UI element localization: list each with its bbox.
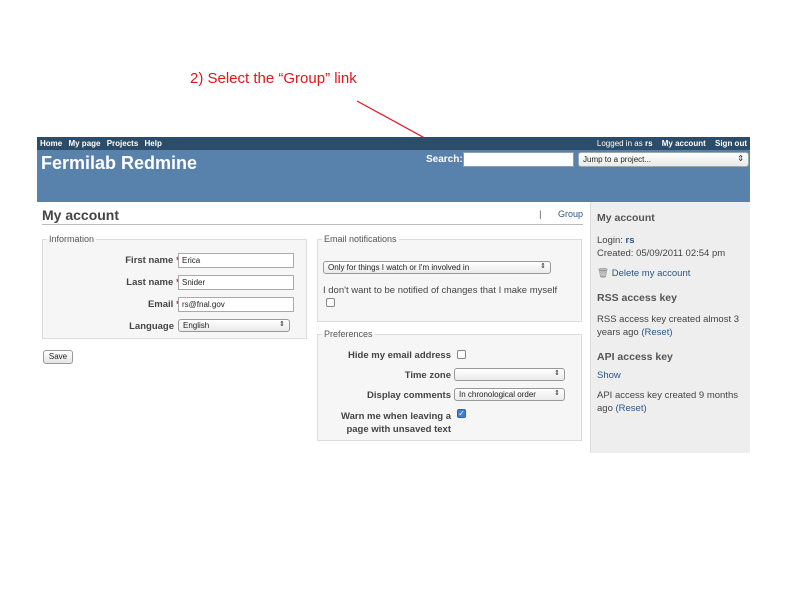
hide-email-label: Hide my email address <box>348 350 451 361</box>
email-notification-selected: Only for things I watch or I'm involved … <box>328 263 470 272</box>
email-notification-select[interactable]: Only for things I watch or I'm involved … <box>323 261 551 274</box>
select-arrows-icon: ⇕ <box>279 321 285 328</box>
display-comments-select[interactable]: In chronological order ⇕ <box>454 388 565 401</box>
logged-in-user[interactable]: rs <box>645 139 653 148</box>
rss-key-text-1: RSS access key created almost 3 <box>597 314 740 325</box>
display-comments-selected: In chronological order <box>459 390 536 399</box>
logged-in-status: Logged in as rs <box>590 139 653 148</box>
email-label: Email* <box>62 299 180 310</box>
api-key-info: API access key created 9 months ago (Res… <box>597 389 744 415</box>
sidebar: My account Login: rs Created: 05/09/2011… <box>590 202 750 453</box>
sidebar-title: My account <box>597 212 655 224</box>
jump-to-project-label: Jump to a project... <box>583 155 652 164</box>
top-menu-my-page[interactable]: My page <box>68 139 100 148</box>
display-comments-label: Display comments <box>367 390 451 401</box>
last-name-input[interactable]: Snider <box>178 275 294 290</box>
first-name-label-text: First name <box>125 255 174 266</box>
email-input[interactable]: rs@fnal.gov <box>178 297 294 312</box>
warn-unsaved-label-line2: page with unsaved text <box>346 424 451 435</box>
language-selected: English <box>183 321 210 330</box>
warn-unsaved-label: Warn me when leaving a page with unsaved… <box>313 410 451 436</box>
top-menu-home[interactable]: Home <box>40 139 62 148</box>
warn-unsaved-checkbox[interactable]: ✓ <box>457 409 466 418</box>
rss-key-info: RSS access key created almost 3 years ag… <box>597 313 744 339</box>
contextual-separator: | <box>539 209 542 219</box>
annotation-instruction: 2) Select the “Group” link <box>190 70 357 87</box>
information-legend: Information <box>49 234 95 244</box>
api-reset-link[interactable]: (Reset) <box>616 403 647 414</box>
title-divider <box>42 224 583 225</box>
api-key-text-1: API access key created 9 months <box>597 390 738 401</box>
top-menu: Home My page Projects Help Logged in as … <box>37 137 750 150</box>
hide-email-checkbox[interactable] <box>457 350 466 359</box>
login-label: Login: <box>597 235 623 246</box>
delete-account-link[interactable]: Delete my account <box>612 268 691 279</box>
language-label: Language <box>129 321 174 332</box>
select-arrows-icon: ⇕ <box>554 390 560 397</box>
api-key-title: API access key <box>597 351 673 363</box>
logged-in-prefix: Logged in as <box>596 139 643 148</box>
last-name-label: Last name* <box>62 277 180 288</box>
first-name-label: First name* <box>62 255 180 266</box>
login-value[interactable]: rs <box>626 235 635 246</box>
api-key-text-2: ago <box>597 403 613 414</box>
time-zone-select[interactable]: ⇕ <box>454 368 565 381</box>
email-label-text: Email <box>147 299 174 310</box>
content: My account | Group Information First nam… <box>37 202 590 453</box>
contextual-links: | Group <box>539 209 583 219</box>
language-select[interactable]: English ⇕ <box>178 319 290 332</box>
select-arrows-icon: ⇕ <box>737 154 744 163</box>
redmine-window: Home My page Projects Help Logged in as … <box>37 137 750 453</box>
sidebar-login: Login: rs <box>597 234 744 247</box>
search-input[interactable] <box>463 152 574 167</box>
rss-key-text-2: years ago <box>597 327 639 338</box>
last-name-label-text: Last name <box>126 277 174 288</box>
time-zone-label: Time zone <box>404 370 451 381</box>
sign-out-link[interactable]: Sign out <box>715 139 747 148</box>
my-account-link[interactable]: My account <box>662 139 706 148</box>
site-title: Fermilab Redmine <box>41 153 198 173</box>
rss-reset-link[interactable]: (Reset) <box>641 327 672 338</box>
email-notifications-legend: Email notifications <box>324 234 397 244</box>
group-link[interactable]: Group <box>558 209 583 219</box>
checkmark-icon: ✓ <box>458 409 465 418</box>
save-button[interactable]: Save <box>43 350 73 364</box>
sidebar-created: Created: 05/09/2011 02:54 pm <box>597 248 726 259</box>
select-arrows-icon: ⇕ <box>554 370 560 377</box>
warn-unsaved-label-line1: Warn me when leaving a <box>341 411 451 422</box>
delete-account-item[interactable]: 🗑 Delete my account <box>597 267 744 280</box>
api-show-link[interactable]: Show <box>597 370 621 381</box>
search-label: Search: <box>426 154 463 165</box>
first-name-input[interactable]: Erica <box>178 253 294 268</box>
main-area: My account | Group Information First nam… <box>37 202 750 453</box>
header-banner: Fermilab Redmine Search: Jump to a proje… <box>37 150 750 202</box>
rss-key-title: RSS access key <box>597 292 677 304</box>
no-self-notified-checkbox[interactable] <box>326 298 335 307</box>
trash-icon: 🗑 <box>597 268 610 279</box>
jump-to-project-select[interactable]: Jump to a project... ⇕ <box>578 152 749 167</box>
no-self-notified-label: I don't want to be notified of changes t… <box>323 285 558 296</box>
email-notifications-fieldset: Email notifications <box>317 234 582 322</box>
select-arrows-icon: ⇕ <box>540 263 546 270</box>
top-menu-projects[interactable]: Projects <box>107 139 139 148</box>
page-title: My account <box>42 207 120 223</box>
preferences-legend: Preferences <box>324 329 373 339</box>
top-menu-help[interactable]: Help <box>145 139 162 148</box>
